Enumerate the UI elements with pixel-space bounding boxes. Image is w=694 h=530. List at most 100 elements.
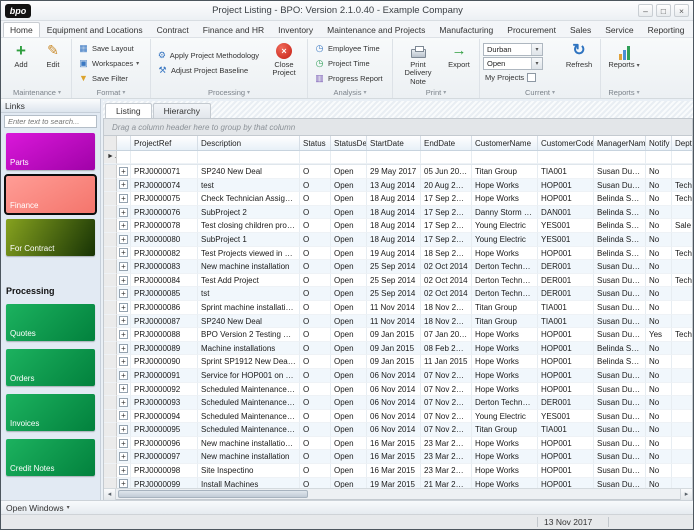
tab-hierarchy[interactable]: Hierarchy [153, 103, 211, 118]
my-projects-checkbox[interactable]: My Projects [483, 71, 559, 84]
sidebar-tile-quotes[interactable]: Quotes [6, 304, 95, 341]
table-row[interactable]: +PRJ0000082Test Projects viewed in Custo… [104, 247, 692, 261]
menu-tab-procurement[interactable]: Procurement [500, 22, 563, 37]
expand-cell[interactable]: + [117, 396, 131, 410]
menu-tab-inventory[interactable]: Inventory [271, 22, 320, 37]
export-button[interactable]: → Export [442, 40, 476, 86]
menu-tab-finance-and-hr[interactable]: Finance and HR [196, 22, 271, 37]
column-header-status[interactable]: Status [300, 136, 331, 150]
tab-listing[interactable]: Listing [105, 103, 152, 118]
sidebar-tile-finance[interactable]: Finance [6, 176, 95, 213]
reports-button[interactable]: Reports ▾ [604, 40, 644, 86]
apply-project-methodology-button[interactable]: ⚙ Apply Project Methodology [154, 49, 262, 63]
expand-icon[interactable]: + [119, 357, 128, 366]
expand-cell[interactable]: + [117, 410, 131, 424]
expand-icon[interactable]: + [119, 316, 128, 325]
expand-cell[interactable]: + [117, 328, 131, 342]
filter-cell[interactable] [117, 151, 131, 164]
expand-icon[interactable]: + [119, 452, 128, 461]
open-windows-bar[interactable]: Open Windows ▾ [1, 500, 693, 514]
menu-tab-service[interactable]: Service [598, 22, 640, 37]
save-layout-button[interactable]: ▦ Save Layout [75, 41, 147, 55]
expand-icon[interactable]: + [119, 303, 128, 312]
project-time-button[interactable]: ◷ Project Time [311, 56, 389, 70]
table-row[interactable]: +PRJ0000071SP240 New DealOOpen29 May 201… [104, 165, 692, 179]
filter-cell[interactable] [594, 151, 646, 164]
table-row[interactable]: +PRJ0000088BPO Version 2 Testing PlanOOp… [104, 328, 692, 342]
employee-time-button[interactable]: ◷ Employee Time [311, 41, 389, 55]
table-row[interactable]: +PRJ0000094Scheduled Maintenance for YE.… [104, 410, 692, 424]
expand-icon[interactable]: + [119, 180, 128, 189]
table-row[interactable]: +PRJ0000093Scheduled Maintenance for DE.… [104, 396, 692, 410]
table-row[interactable]: +PRJ0000095Scheduled Maintenance for TI.… [104, 423, 692, 437]
menu-tab-sales[interactable]: Sales [563, 22, 598, 37]
close-icon[interactable]: × [674, 4, 689, 17]
table-row[interactable]: +PRJ0000080SubProject 1OOpen18 Aug 20141… [104, 233, 692, 247]
expand-cell[interactable]: + [117, 315, 131, 329]
column-header-managername[interactable]: ManagerName [594, 136, 646, 150]
sidebar-tile-for-contract[interactable]: For Contract [6, 219, 95, 256]
column-header-startdate[interactable]: StartDate [367, 136, 421, 150]
expand-cell[interactable]: + [117, 437, 131, 451]
table-row[interactable]: +PRJ0000098Site InspectinoOOpen16 Mar 20… [104, 464, 692, 478]
table-row[interactable]: +PRJ0000099Install MachinesOOpen19 Mar 2… [104, 478, 692, 488]
filter-cell[interactable] [421, 151, 472, 164]
minimize-icon[interactable]: – [638, 4, 653, 17]
expand-cell[interactable]: + [117, 383, 131, 397]
edit-button[interactable]: ✎ Edit [38, 40, 68, 86]
filter-cell[interactable] [131, 151, 198, 164]
table-row[interactable]: +PRJ0000085tstOOpen25 Sep 201402 Oct 201… [104, 287, 692, 301]
expand-cell[interactable]: + [117, 247, 131, 261]
table-row[interactable]: +PRJ0000090Sprint SP1912 New Deal SaleOO… [104, 355, 692, 369]
expand-cell[interactable]: + [117, 233, 131, 247]
sidebar-tile-parts[interactable]: Parts [6, 133, 95, 170]
sidebar-tile-invoices[interactable]: Invoices [6, 394, 95, 431]
expand-icon[interactable]: + [119, 466, 128, 475]
column-header-deptname[interactable]: DeptName [672, 136, 692, 150]
expand-cell[interactable]: + [117, 287, 131, 301]
column-header-projectref[interactable]: ProjectRef [131, 136, 198, 150]
column-header-statusdesc[interactable]: StatusDesc [331, 136, 367, 150]
expand-icon[interactable]: + [119, 289, 128, 298]
column-header-notify[interactable]: Notify [646, 136, 672, 150]
expand-cell[interactable]: + [117, 450, 131, 464]
expand-icon[interactable]: + [119, 384, 128, 393]
filter-cell[interactable] [331, 151, 367, 164]
expand-icon[interactable]: + [119, 439, 128, 448]
refresh-button[interactable]: ↻ Refresh [561, 40, 597, 86]
expand-cell[interactable]: + [117, 355, 131, 369]
table-row[interactable]: +PRJ0000091Service for HOP001 on 06 Nov … [104, 369, 692, 383]
expand-cell[interactable]: + [117, 478, 131, 488]
expand-cell[interactable]: + [117, 192, 131, 206]
filter-cell[interactable] [300, 151, 331, 164]
expand-cell[interactable]: + [117, 301, 131, 315]
save-filter-button[interactable]: ▼ Save Filter [75, 71, 147, 85]
table-row[interactable]: +PRJ0000074testOOpen13 Aug 201420 Aug 20… [104, 179, 692, 193]
expand-icon[interactable]: + [119, 262, 128, 271]
expand-icon[interactable]: + [119, 398, 128, 407]
table-row[interactable]: +PRJ0000075Check Technician AssignmentOO… [104, 192, 692, 206]
menu-tab-reporting[interactable]: Reporting [641, 22, 692, 37]
expand-cell[interactable]: + [117, 219, 131, 233]
filter-cell[interactable] [646, 151, 672, 164]
column-header-customercode[interactable]: CustomerCode [538, 136, 594, 150]
expand-icon[interactable]: + [119, 371, 128, 380]
status-dropdown[interactable]: Open ▾ [483, 57, 543, 70]
scrollbar-thumb[interactable] [118, 490, 308, 498]
expand-icon[interactable]: + [119, 479, 128, 488]
menu-tab-maintenance-and-projects[interactable]: Maintenance and Projects [320, 22, 432, 37]
progress-report-button[interactable]: ▥ Progress Report [311, 71, 389, 85]
filter-cell[interactable] [198, 151, 300, 164]
expand-icon[interactable]: + [119, 208, 128, 217]
table-row[interactable]: +PRJ0000086Sprint machine installation -… [104, 301, 692, 315]
menu-tab-manufacturing[interactable]: Manufacturing [432, 22, 500, 37]
expand-cell[interactable]: + [117, 206, 131, 220]
print-delivery-note-button[interactable]: Print Delivery Note [396, 40, 440, 86]
search-input[interactable] [4, 115, 97, 128]
expand-icon[interactable]: + [119, 167, 128, 176]
column-header-description[interactable]: Description [198, 136, 300, 150]
expand-cell[interactable]: + [117, 274, 131, 288]
expand-icon[interactable]: + [119, 411, 128, 420]
table-row[interactable]: +PRJ0000084Test Add ProjectOOpen25 Sep 2… [104, 274, 692, 288]
add-button[interactable]: + Add [6, 40, 36, 86]
